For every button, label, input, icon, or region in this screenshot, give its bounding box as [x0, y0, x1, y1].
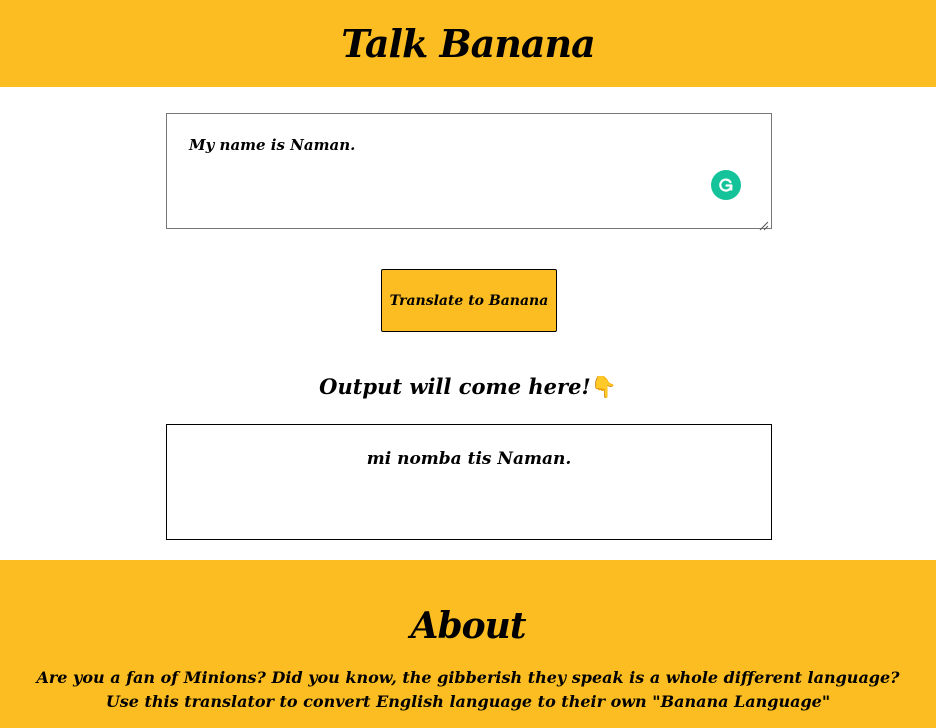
input-textarea[interactable]: [167, 114, 771, 228]
input-container: [166, 113, 772, 231]
about-title: About: [410, 605, 527, 647]
output-box: mi nomba tis Naman.: [166, 424, 772, 540]
about-description: Are you a fan of Minions? Did you know, …: [36, 668, 900, 711]
grammarly-icon[interactable]: [711, 170, 741, 200]
output-heading-text: Output will come here!: [319, 374, 591, 399]
app-title: Talk Banana: [341, 21, 595, 66]
app-header: Talk Banana: [0, 0, 936, 87]
about-section: About Are you a fan of Minions? Did you …: [0, 560, 936, 728]
translate-button[interactable]: Translate to Banana: [381, 269, 557, 332]
resize-grip-icon[interactable]: [759, 216, 769, 231]
pointing-down-icon: 👇: [590, 374, 617, 399]
output-heading: Output will come here!👇: [0, 374, 936, 400]
output-text: mi nomba tis Naman.: [366, 449, 572, 469]
